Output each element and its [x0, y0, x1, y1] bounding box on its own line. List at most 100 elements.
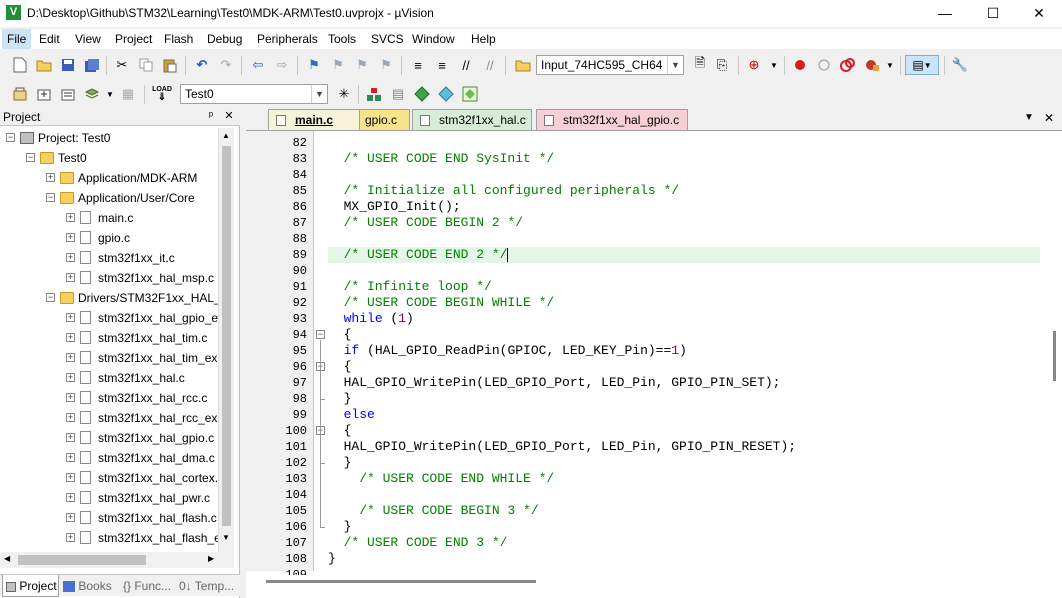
- tree-file-item[interactable]: + stm32f1xx_hal_gpio.c: [0, 428, 216, 448]
- scroll-up-icon[interactable]: ▲: [222, 131, 230, 140]
- scroll-thumb[interactable]: [266, 580, 536, 583]
- code-line[interactable]: [328, 263, 1040, 279]
- code-line[interactable]: /* USER CODE BEGIN WHILE */: [328, 295, 1040, 311]
- save-icon[interactable]: [58, 55, 78, 75]
- code-line[interactable]: [328, 487, 1040, 503]
- project-tree-vertical-scrollbar[interactable]: ▲ ▼: [218, 128, 234, 568]
- editor-tab-stm32f1xx-hal-c[interactable]: stm32f1xx_hal.c: [412, 109, 532, 130]
- kill-breakpoints-icon[interactable]: [862, 55, 882, 75]
- menu-edit[interactable]: Edit: [34, 29, 65, 49]
- fold-toggle-icon[interactable]: −: [316, 330, 325, 339]
- expand-icon[interactable]: +: [66, 213, 75, 222]
- configure-icon[interactable]: 🔧: [950, 55, 970, 75]
- code-line[interactable]: {: [328, 359, 1040, 375]
- editor-tab-stm32f1xx-hal-gpio-c[interactable]: stm32f1xx_hal_gpio.c: [536, 109, 688, 130]
- expand-icon[interactable]: +: [66, 493, 75, 502]
- menu-view[interactable]: View: [70, 29, 106, 49]
- options-icon[interactable]: ✳: [334, 84, 354, 104]
- batch-build-icon[interactable]: [82, 84, 102, 104]
- tree-file-item[interactable]: + stm32f1xx_hal_tim_ex.: [0, 348, 221, 368]
- expand-icon[interactable]: +: [66, 533, 75, 542]
- tree-folder-item[interactable]: + Application/MDK-ARM: [0, 168, 216, 188]
- download-icon[interactable]: LOAD ⇓: [150, 84, 174, 104]
- redo-icon[interactable]: ↷: [216, 55, 236, 75]
- expand-icon[interactable]: +: [66, 473, 75, 482]
- expand-icon[interactable]: +: [66, 453, 75, 462]
- scroll-down-icon[interactable]: ▼: [222, 533, 230, 542]
- clear-breakpoints-icon[interactable]: [838, 55, 858, 75]
- maximize-button[interactable]: ☐: [970, 0, 1016, 27]
- editor-vertical-scrollbar[interactable]: [1048, 131, 1062, 571]
- tree-file-item[interactable]: + stm32f1xx_it.c: [0, 248, 216, 268]
- code-line[interactable]: HAL_GPIO_WritePin(LED_GPIO_Port, LED_Pin…: [328, 439, 1040, 455]
- tree-folder-item[interactable]: − Drivers/STM32F1xx_HAL_I: [0, 288, 224, 308]
- open-icon[interactable]: [34, 55, 54, 75]
- event-recorder-icon[interactable]: [460, 84, 480, 104]
- rebuild-icon[interactable]: [58, 84, 78, 104]
- incremental-find-icon[interactable]: ⎘: [712, 55, 732, 75]
- build-icon[interactable]: [34, 84, 54, 104]
- project-tree-horizontal-scrollbar[interactable]: ◀ ▶: [0, 552, 234, 568]
- code-line[interactable]: if (HAL_GPIO_ReadPin(GPIOC, LED_KEY_Pin)…: [328, 343, 1040, 359]
- expand-icon[interactable]: +: [66, 393, 75, 402]
- menu-flash[interactable]: Flash: [159, 29, 198, 49]
- code-line[interactable]: }: [328, 391, 1040, 407]
- menu-window[interactable]: Window: [407, 29, 460, 49]
- tree-file-item[interactable]: + stm32f1xx_hal_pwr.c: [0, 488, 216, 508]
- menu-svcs[interactable]: SVCS: [366, 29, 409, 49]
- batch-dropdown-icon[interactable]: ▼: [100, 84, 120, 104]
- tree-file-item[interactable]: + stm32f1xx_hal_flash_e: [0, 528, 221, 548]
- code-line[interactable]: /* Initialize all configured peripherals…: [328, 183, 1040, 199]
- collapse-icon[interactable]: −: [46, 193, 55, 202]
- code-line[interactable]: }: [328, 455, 1040, 471]
- collapse-icon[interactable]: −: [46, 293, 55, 302]
- tab-books[interactable]: Books: [60, 575, 118, 597]
- code-line[interactable]: HAL_GPIO_WritePin(LED_GPIO_Port, LED_Pin…: [328, 375, 1040, 391]
- expand-icon[interactable]: +: [46, 173, 55, 182]
- expand-icon[interactable]: +: [66, 333, 75, 342]
- close-tab-icon[interactable]: ✕: [1044, 111, 1054, 125]
- code-line[interactable]: /* USER CODE BEGIN 3 */: [328, 503, 1040, 519]
- tree-file-item[interactable]: + stm32f1xx_hal_cortex.: [0, 468, 218, 488]
- undo-icon[interactable]: ↶: [192, 55, 212, 75]
- debug-dropdown-icon[interactable]: ▼: [764, 55, 784, 75]
- code-line[interactable]: {: [328, 327, 1040, 343]
- code-line[interactable]: /* USER CODE END 2 */: [328, 247, 1040, 263]
- tree-file-item[interactable]: + stm32f1xx_hal_rcc_ex.: [0, 408, 221, 428]
- target-select[interactable]: Test0 ▼: [180, 84, 328, 104]
- close-panel-icon[interactable]: ✕: [222, 109, 236, 124]
- next-bookmark-icon[interactable]: ⚑: [352, 55, 372, 75]
- code-line[interactable]: }: [328, 551, 1040, 567]
- target-dropdown[interactable]: Input_74HC595_CH64 ▼: [536, 55, 684, 75]
- code-line[interactable]: /* USER CODE END WHILE */: [328, 471, 1040, 487]
- scroll-left-icon[interactable]: ◀: [4, 554, 10, 563]
- save-all-icon[interactable]: [82, 55, 102, 75]
- code-line[interactable]: while (1): [328, 311, 1040, 327]
- tree-file-item[interactable]: + stm32f1xx_hal_tim.c: [0, 328, 216, 348]
- code-line[interactable]: }: [328, 519, 1040, 535]
- code-line[interactable]: /* Infinite loop */: [328, 279, 1040, 295]
- find-icon[interactable]: 🗎: [690, 55, 710, 75]
- menu-help[interactable]: Help: [466, 29, 501, 49]
- expand-icon[interactable]: +: [66, 273, 75, 282]
- tree-file-item[interactable]: + stm32f1xx_hal_gpio_e: [0, 308, 218, 328]
- code-line[interactable]: /* USER CODE BEGIN 2 */: [328, 215, 1040, 231]
- new-file-icon[interactable]: [10, 55, 30, 75]
- expand-icon[interactable]: +: [66, 313, 75, 322]
- tree-file-item[interactable]: + main.c: [0, 208, 216, 228]
- tree-file-item[interactable]: + stm32f1xx_hal_msp.c: [0, 268, 216, 288]
- tab-functions[interactable]: {} Func...: [120, 575, 176, 597]
- scroll-thumb[interactable]: [1053, 331, 1056, 381]
- find-in-files-icon[interactable]: [513, 55, 533, 75]
- uncomment-icon[interactable]: //: [480, 55, 500, 75]
- tree-file-item[interactable]: + gpio.c: [0, 228, 216, 248]
- nav-back-icon[interactable]: ⇦: [248, 55, 268, 75]
- tree-project-item[interactable]: − Project: Test0: [0, 128, 216, 148]
- tree-folder-item[interactable]: − Test0: [0, 148, 216, 168]
- editor-horizontal-scrollbar[interactable]: [246, 575, 1048, 587]
- scroll-right-icon[interactable]: ▶: [208, 554, 214, 563]
- collapse-icon[interactable]: −: [26, 153, 35, 162]
- expand-icon[interactable]: +: [66, 233, 75, 242]
- tree-folder-item[interactable]: − Application/User/Core: [0, 188, 216, 208]
- rte-icon[interactable]: [436, 84, 456, 104]
